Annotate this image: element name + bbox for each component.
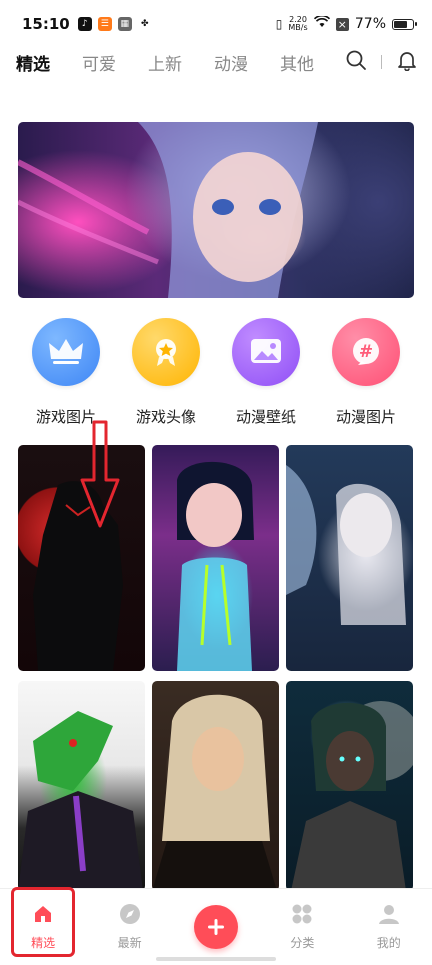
net-speed: 2.20 MB/s <box>288 16 307 32</box>
image-icon <box>232 318 300 386</box>
crown-icon <box>32 318 100 386</box>
wallpaper-card[interactable] <box>152 445 279 671</box>
blonde-girl-illustration <box>152 694 277 891</box>
annotation-highlight-box <box>11 887 75 957</box>
category-anime-pictures[interactable]: # 动漫图片 <box>318 318 414 428</box>
battery-icon <box>392 18 417 30</box>
svg-text:#: # <box>359 342 373 362</box>
wallpaper-card[interactable] <box>152 681 279 891</box>
nav-upload[interactable] <box>181 905 251 949</box>
gray-app-icon: ▦ <box>117 17 132 31</box>
category-game-avatars[interactable]: 游戏头像 <box>118 318 214 428</box>
user-icon <box>378 903 400 928</box>
hashtag-icon: # <box>332 318 400 386</box>
wallpaper-card[interactable] <box>286 445 413 671</box>
battery-fill <box>394 20 408 28</box>
tab-actions <box>345 48 418 76</box>
wifi-icon <box>313 14 330 32</box>
annotation-arrow <box>80 420 120 528</box>
hero-banner[interactable] <box>18 122 414 298</box>
nav-label: 最新 <box>117 936 142 950</box>
tiktok-icon: ♪ <box>77 17 92 31</box>
sim-x-icon: × <box>335 17 349 31</box>
nav-categories[interactable]: 分类 <box>267 903 337 951</box>
compass-icon <box>119 903 141 928</box>
status-left: 15:10 ♪ ☰ ▦ ✤ <box>22 15 152 33</box>
battery-percent: 77% <box>354 16 386 32</box>
status-time: 15:10 <box>22 15 70 33</box>
tab-featured[interactable]: 精选 <box>16 50 50 75</box>
neon-girl-illustration <box>177 461 254 671</box>
status-bar: 15:10 ♪ ☰ ▦ ✤ ▯ 2.20 MB/s × 77% <box>0 0 432 48</box>
tab-new[interactable]: 上新 <box>148 50 182 75</box>
nav-profile[interactable]: 我的 <box>354 903 424 951</box>
dragon-girl-illustration <box>286 465 406 625</box>
wallpaper-card[interactable] <box>286 681 413 891</box>
dragon-suit-illustration <box>18 711 143 891</box>
tab-anime[interactable]: 动漫 <box>214 50 248 75</box>
vibrate-icon: ▯ <box>275 17 283 31</box>
orange-app-icon: ☰ <box>97 17 112 31</box>
tab-actions-divider <box>381 55 382 69</box>
top-tabs: 精选 可爱 上新 动漫 其他 <box>0 48 432 76</box>
wallpaper-grid <box>18 445 414 891</box>
category-label: 动漫图片 <box>335 408 396 426</box>
search-icon[interactable] <box>345 49 367 75</box>
banner-illustration <box>18 122 318 298</box>
nav-latest[interactable]: 最新 <box>95 903 165 951</box>
category-label: 游戏头像 <box>135 408 196 426</box>
nav-label: 我的 <box>376 936 401 950</box>
grid-icon <box>291 903 313 928</box>
category-label: 动漫壁纸 <box>235 408 296 426</box>
nav-label: 分类 <box>290 936 315 950</box>
elf-warrior-illustration <box>291 701 413 891</box>
bell-icon[interactable] <box>396 49 418 75</box>
wallpaper-card[interactable] <box>18 681 145 891</box>
plus-icon <box>193 905 238 949</box>
home-indicator <box>156 957 276 961</box>
category-row: 游戏图片 游戏头像 动漫壁纸 # 动漫图片 <box>18 318 414 428</box>
category-game-pictures[interactable]: 游戏图片 <box>18 318 114 428</box>
category-anime-wallpapers[interactable]: 动漫壁纸 <box>218 318 314 428</box>
tab-cute[interactable]: 可爱 <box>82 50 116 75</box>
status-right: ▯ 2.20 MB/s × 77% <box>275 14 417 32</box>
medal-icon <box>132 318 200 386</box>
tab-other[interactable]: 其他 <box>280 50 314 75</box>
fan-icon: ✤ <box>140 19 149 29</box>
net-speed-unit: MB/s <box>288 23 308 32</box>
